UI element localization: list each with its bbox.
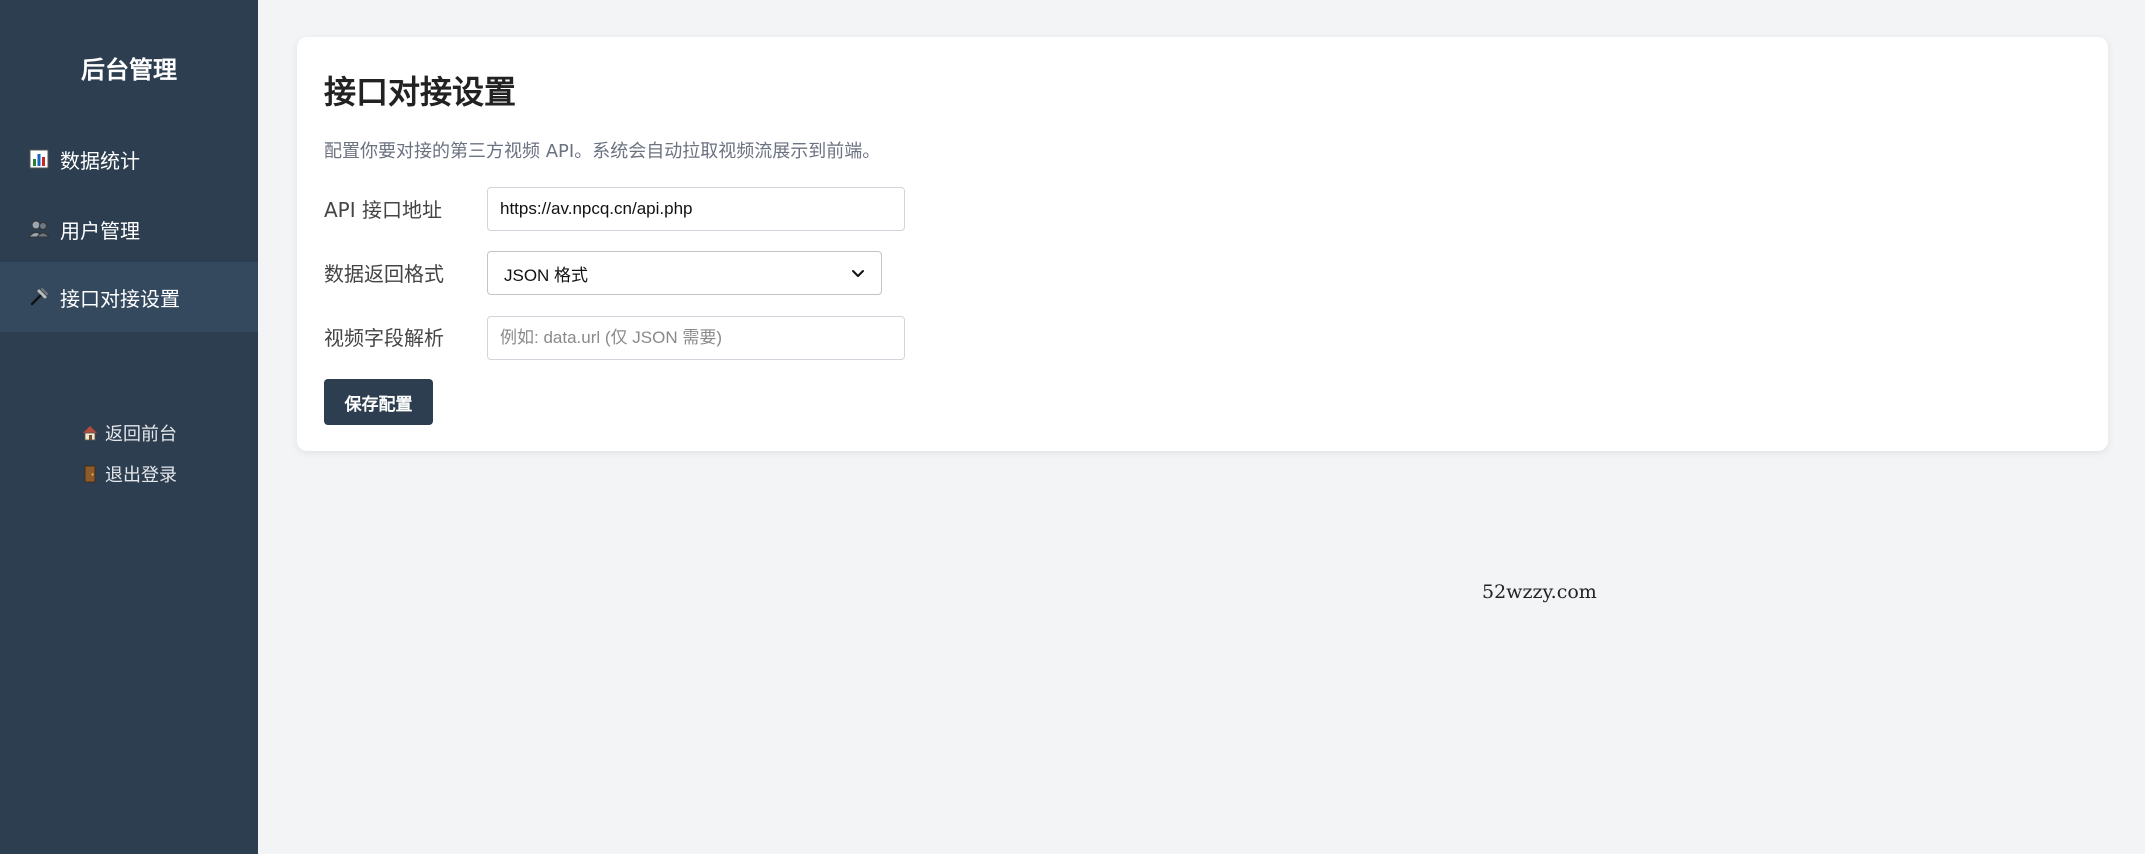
- format-selected-value: JSON 格式: [504, 265, 589, 285]
- sidebar-item-label: 数据统计: [60, 148, 140, 173]
- home-icon: [81, 424, 99, 442]
- bottom-link-label: 退出登录: [105, 465, 177, 486]
- sidebar-item-api-settings[interactable]: 接口对接设置: [0, 262, 258, 332]
- door-icon: [81, 465, 99, 483]
- video-field-input[interactable]: [487, 316, 905, 360]
- bar-chart-icon: [28, 148, 50, 170]
- brand-title: 后台管理: [81, 56, 177, 84]
- api-url-input[interactable]: [487, 187, 905, 231]
- back-to-frontend-link[interactable]: 返回前台: [0, 420, 258, 446]
- page-title: 接口对接设置: [324, 73, 517, 111]
- chevron-down-icon: [851, 266, 865, 280]
- sidebar-item-label: 用户管理: [60, 218, 140, 243]
- sidebar: 后台管理 数据统计 用户管理 接口对接设置 返回前台 退出登录: [0, 0, 258, 854]
- save-config-button[interactable]: 保存配置: [324, 379, 433, 425]
- users-icon: [28, 218, 50, 240]
- bottom-link-label: 返回前台: [105, 424, 177, 445]
- sidebar-item-stats[interactable]: 数据统计: [0, 124, 258, 194]
- video-field-label: 视频字段解析: [324, 326, 444, 350]
- link-icon: [28, 286, 50, 308]
- format-label: 数据返回格式: [324, 262, 444, 286]
- sidebar-item-label: 接口对接设置: [60, 286, 180, 311]
- settings-card: 接口对接设置 配置你要对接的第三方视频 API。系统会自动拉取视频流展示到前端。…: [297, 37, 2108, 451]
- watermark-text: 52wzzy.com: [1482, 581, 1597, 603]
- sidebar-item-users[interactable]: 用户管理: [0, 194, 258, 264]
- logout-link[interactable]: 退出登录: [0, 461, 258, 487]
- format-select[interactable]: JSON 格式: [487, 251, 882, 295]
- api-url-label: API 接口地址: [324, 198, 442, 222]
- page-description: 配置你要对接的第三方视频 API。系统会自动拉取视频流展示到前端。: [324, 141, 881, 162]
